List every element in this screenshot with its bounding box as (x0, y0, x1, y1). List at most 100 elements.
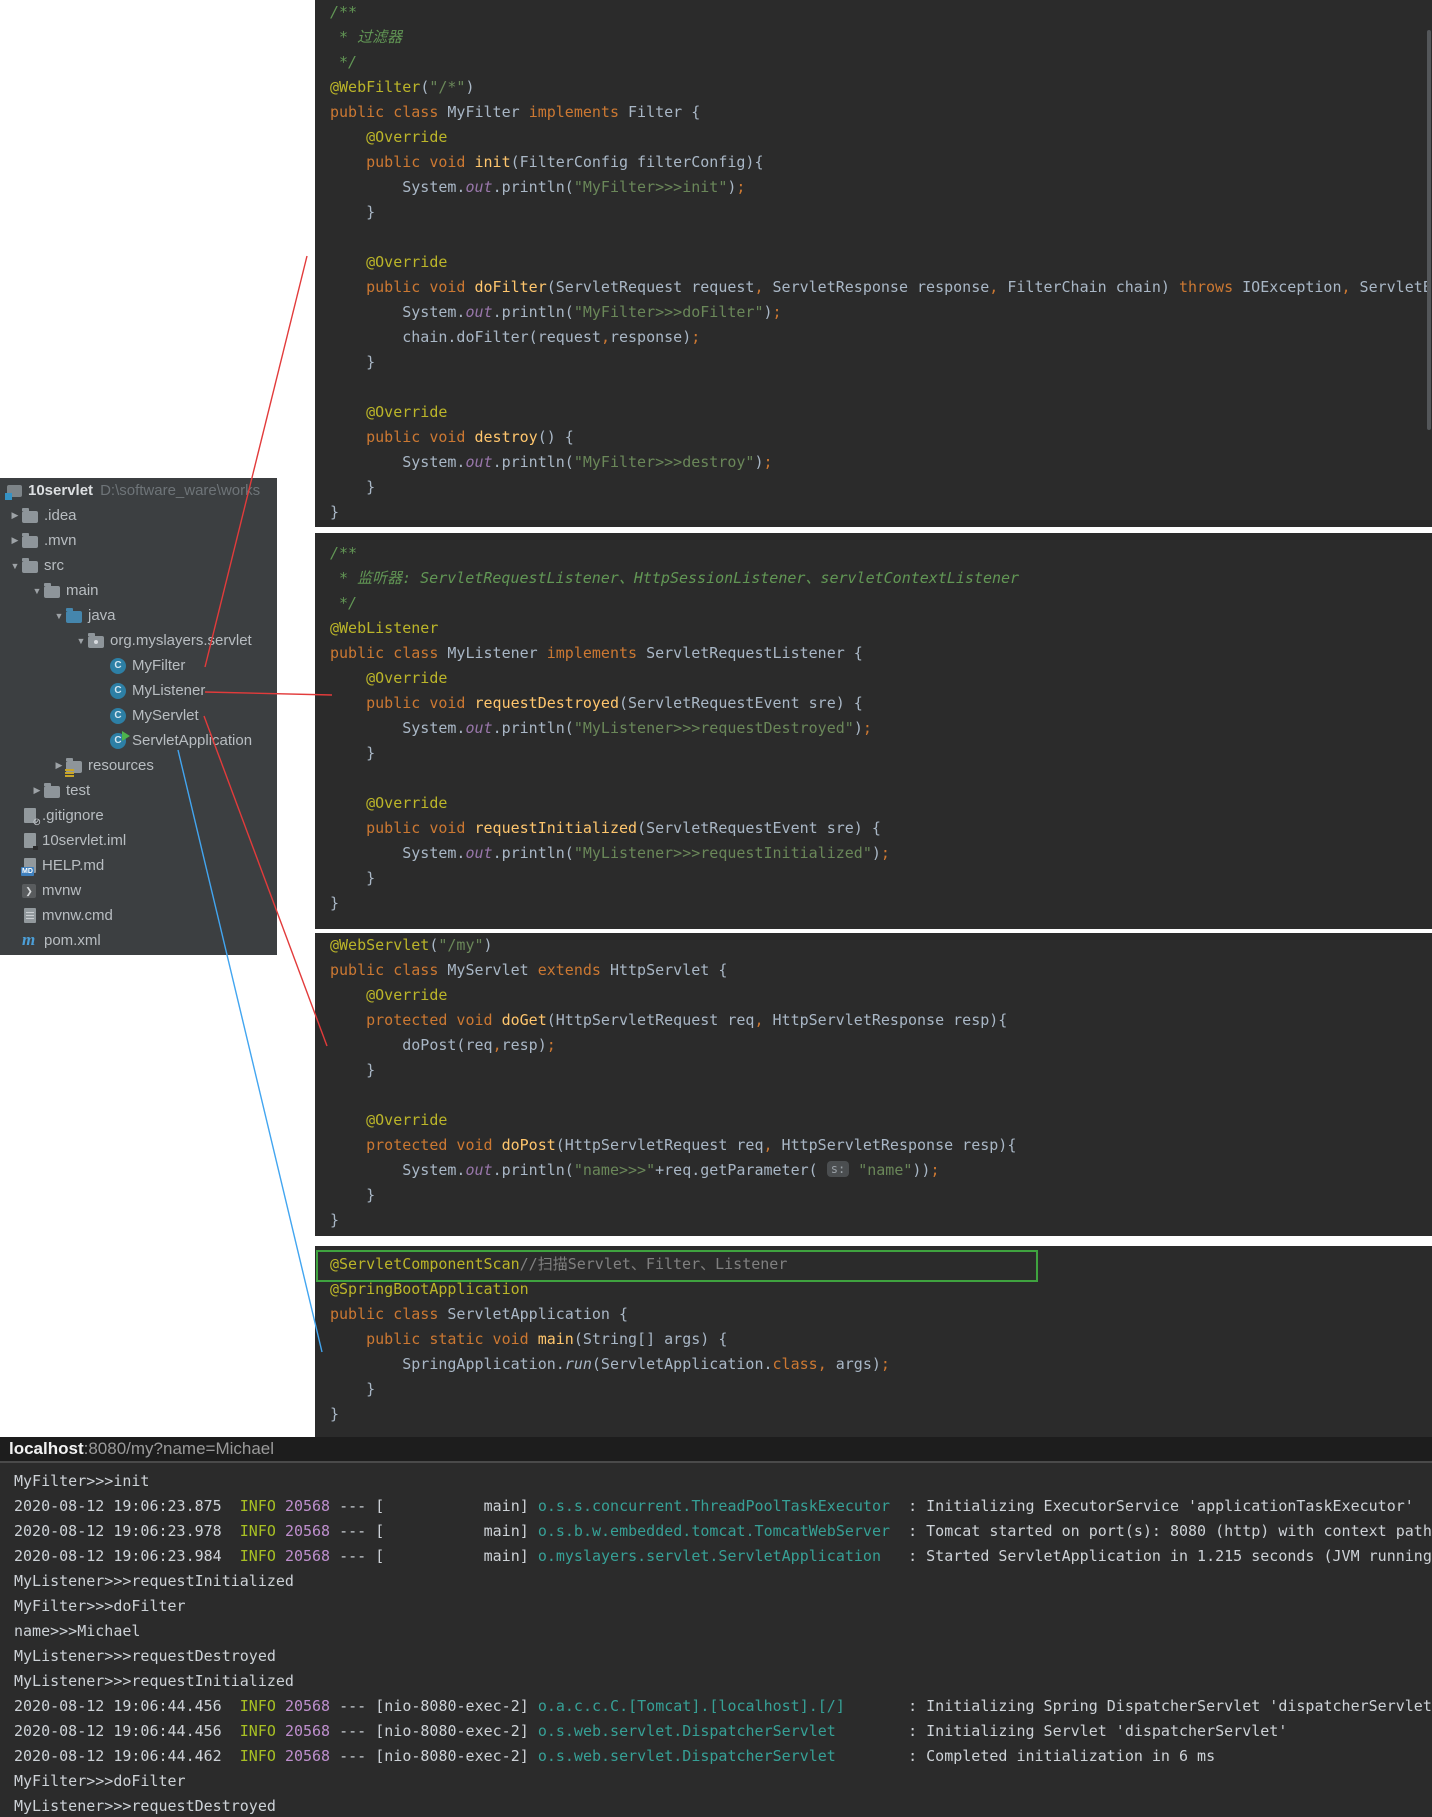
tree-item-java[interactable]: ▼java (0, 603, 277, 628)
editor-panel-mylistener[interactable]: /** * 监听器: ServletRequestListener、HttpSe… (315, 533, 1432, 929)
tree-item-label: pom.xml (44, 932, 101, 949)
editor-panel-myfilter[interactable]: /** * 过滤器 */@WebFilter("/*")public class… (315, 0, 1432, 527)
chevron-right-icon[interactable]: ▶ (30, 785, 44, 796)
folder-icon (22, 536, 38, 548)
tree-item-help-md[interactable]: HELP.md (0, 853, 277, 878)
class-icon (110, 658, 126, 674)
tree-item-label: MyFilter (132, 657, 185, 674)
code-line: } (315, 200, 1432, 225)
file-mvn-icon (22, 933, 38, 949)
chevron-down-icon[interactable]: ▼ (30, 586, 44, 596)
tree-item-mvn[interactable]: ▶.mvn (0, 528, 277, 553)
tree-item-resources[interactable]: ▶resources (0, 753, 277, 778)
code-line: } (315, 741, 1432, 766)
tree-item-label: MyListener (132, 682, 205, 699)
code-line: @ServletComponentScan//扫描Servlet、Filter、… (315, 1252, 1432, 1277)
tree-item-label: ServletApplication (132, 732, 252, 749)
tree-item-test[interactable]: ▶ test (0, 778, 277, 803)
code-line (315, 375, 1432, 400)
tree-item-label: mvnw.cmd (42, 907, 113, 924)
folder-icon (22, 561, 38, 573)
code-line: @Override (315, 250, 1432, 275)
code-line: } (315, 1377, 1432, 1402)
code-line: @Override (315, 125, 1432, 150)
folder-src-icon (66, 611, 82, 623)
browser-address-bar[interactable]: localhost:8080/my?name=Michael (0, 1437, 1432, 1461)
tree-item-org-myslayers-servlet[interactable]: ▼org.myslayers.servlet (0, 628, 277, 653)
tree-item-main[interactable]: ▼main (0, 578, 277, 603)
chevron-down-icon[interactable]: ▼ (74, 636, 88, 646)
chevron-right-icon[interactable]: ▶ (8, 510, 22, 521)
code-line: @Override (315, 791, 1432, 816)
code-line: @WebListener (315, 616, 1432, 641)
editor-panel-myservlet[interactable]: @WebServlet("/my")public class MyServlet… (315, 933, 1432, 1236)
class-icon (110, 708, 126, 724)
package-icon (88, 636, 104, 648)
console-line: 2020-08-12 19:06:23.984 INFO 20568 --- [… (0, 1544, 1432, 1569)
console-line: MyListener>>>requestInitialized (0, 1669, 1432, 1694)
chevron-right-icon[interactable]: ▶ (52, 760, 66, 771)
code-line: /** (315, 0, 1432, 25)
console-line: MyFilter>>>doFilter (0, 1594, 1432, 1619)
console-line: 2020-08-12 19:06:23.978 INFO 20568 --- [… (0, 1519, 1432, 1544)
scrollbar[interactable] (1427, 30, 1431, 430)
tree-item-gitignore[interactable]: .gitignore (0, 803, 277, 828)
folder-res-icon (66, 761, 82, 773)
tree-item-mvnw-cmd[interactable]: mvnw.cmd (0, 903, 277, 928)
tree-item-10servlet-iml[interactable]: 10servlet.iml (0, 828, 277, 853)
tree-item-myfilter[interactable]: MyFilter (0, 653, 277, 678)
tree-item-label: test (66, 782, 90, 799)
code-line: @Override (315, 400, 1432, 425)
chevron-down-icon[interactable]: ▼ (8, 561, 22, 571)
project-name: 10servlet (28, 482, 93, 499)
tree-item-label: src (44, 557, 64, 574)
code-line: } (315, 1183, 1432, 1208)
editor-panel-servletapplication[interactable]: @ServletComponentScan//扫描Servlet、Filter、… (315, 1246, 1432, 1437)
tree-item-myservlet[interactable]: MyServlet (0, 703, 277, 728)
project-tree-panel: 10servlet D:\software_ware\works ▶.idea▶… (0, 478, 277, 955)
tree-item-servletapplication[interactable]: ServletApplication (0, 728, 277, 753)
console-line: 2020-08-12 19:06:44.456 INFO 20568 --- [… (0, 1694, 1432, 1719)
code-line: } (315, 1058, 1432, 1083)
console-output[interactable]: MyFilter>>>init2020-08-12 19:06:23.875 I… (0, 1461, 1432, 1817)
code-line: } (315, 350, 1432, 375)
code-line: @Override (315, 666, 1432, 691)
project-root-row[interactable]: 10servlet D:\software_ware\works (0, 478, 277, 503)
tree-item-src[interactable]: ▼ src (0, 553, 277, 578)
code-line: * 监听器: ServletRequestListener、HttpSessio… (315, 566, 1432, 591)
code-line: doPost(req,resp); (315, 1033, 1432, 1058)
code-line (315, 225, 1432, 250)
file-git-icon (24, 808, 36, 823)
class-icon (110, 683, 126, 699)
code-line: public class MyServlet extends HttpServl… (315, 958, 1432, 983)
code-line: public class MyListener implements Servl… (315, 641, 1432, 666)
code-line: @WebFilter("/*") (315, 75, 1432, 100)
code-line: public void destroy() { (315, 425, 1432, 450)
tree-item-label: HELP.md (42, 857, 104, 874)
code-line: public void requestDestroyed(ServletRequ… (315, 691, 1432, 716)
console-line: 2020-08-12 19:06:23.875 INFO 20568 --- [… (0, 1494, 1432, 1519)
code-line: } (315, 500, 1432, 525)
tree-item-idea[interactable]: ▶.idea (0, 503, 277, 528)
code-servletapplication: @ServletComponentScan//扫描Servlet、Filter、… (315, 1252, 1432, 1427)
console-line: MyListener>>>requestDestroyed (0, 1794, 1432, 1817)
chevron-down-icon[interactable]: ▼ (52, 611, 66, 621)
code-line: System.out.println("name>>>"+req.getPara… (315, 1158, 1432, 1183)
tree-item-label: MyServlet (132, 707, 199, 724)
code-line: } (315, 866, 1432, 891)
console-line: 2020-08-12 19:06:44.456 INFO 20568 --- [… (0, 1719, 1432, 1744)
code-line: System.out.println("MyFilter>>>destroy")… (315, 450, 1432, 475)
code-line (315, 1083, 1432, 1108)
code-line: System.out.println("MyFilter>>>doFilter"… (315, 300, 1432, 325)
code-line: public class ServletApplication { (315, 1302, 1432, 1327)
url-host: localhost (9, 1439, 84, 1458)
code-line: chain.doFilter(request,response); (315, 325, 1432, 350)
project-icon (7, 485, 22, 497)
chevron-right-icon[interactable]: ▶ (8, 535, 22, 546)
tree-item-mvnw[interactable]: mvnw (0, 878, 277, 903)
code-line: */ (315, 50, 1432, 75)
code-line: @Override (315, 983, 1432, 1008)
tree-item-mylistener[interactable]: MyListener (0, 678, 277, 703)
tree-item-pom-xml[interactable]: pom.xml (0, 928, 277, 953)
code-line: System.out.println("MyListener>>>request… (315, 716, 1432, 741)
